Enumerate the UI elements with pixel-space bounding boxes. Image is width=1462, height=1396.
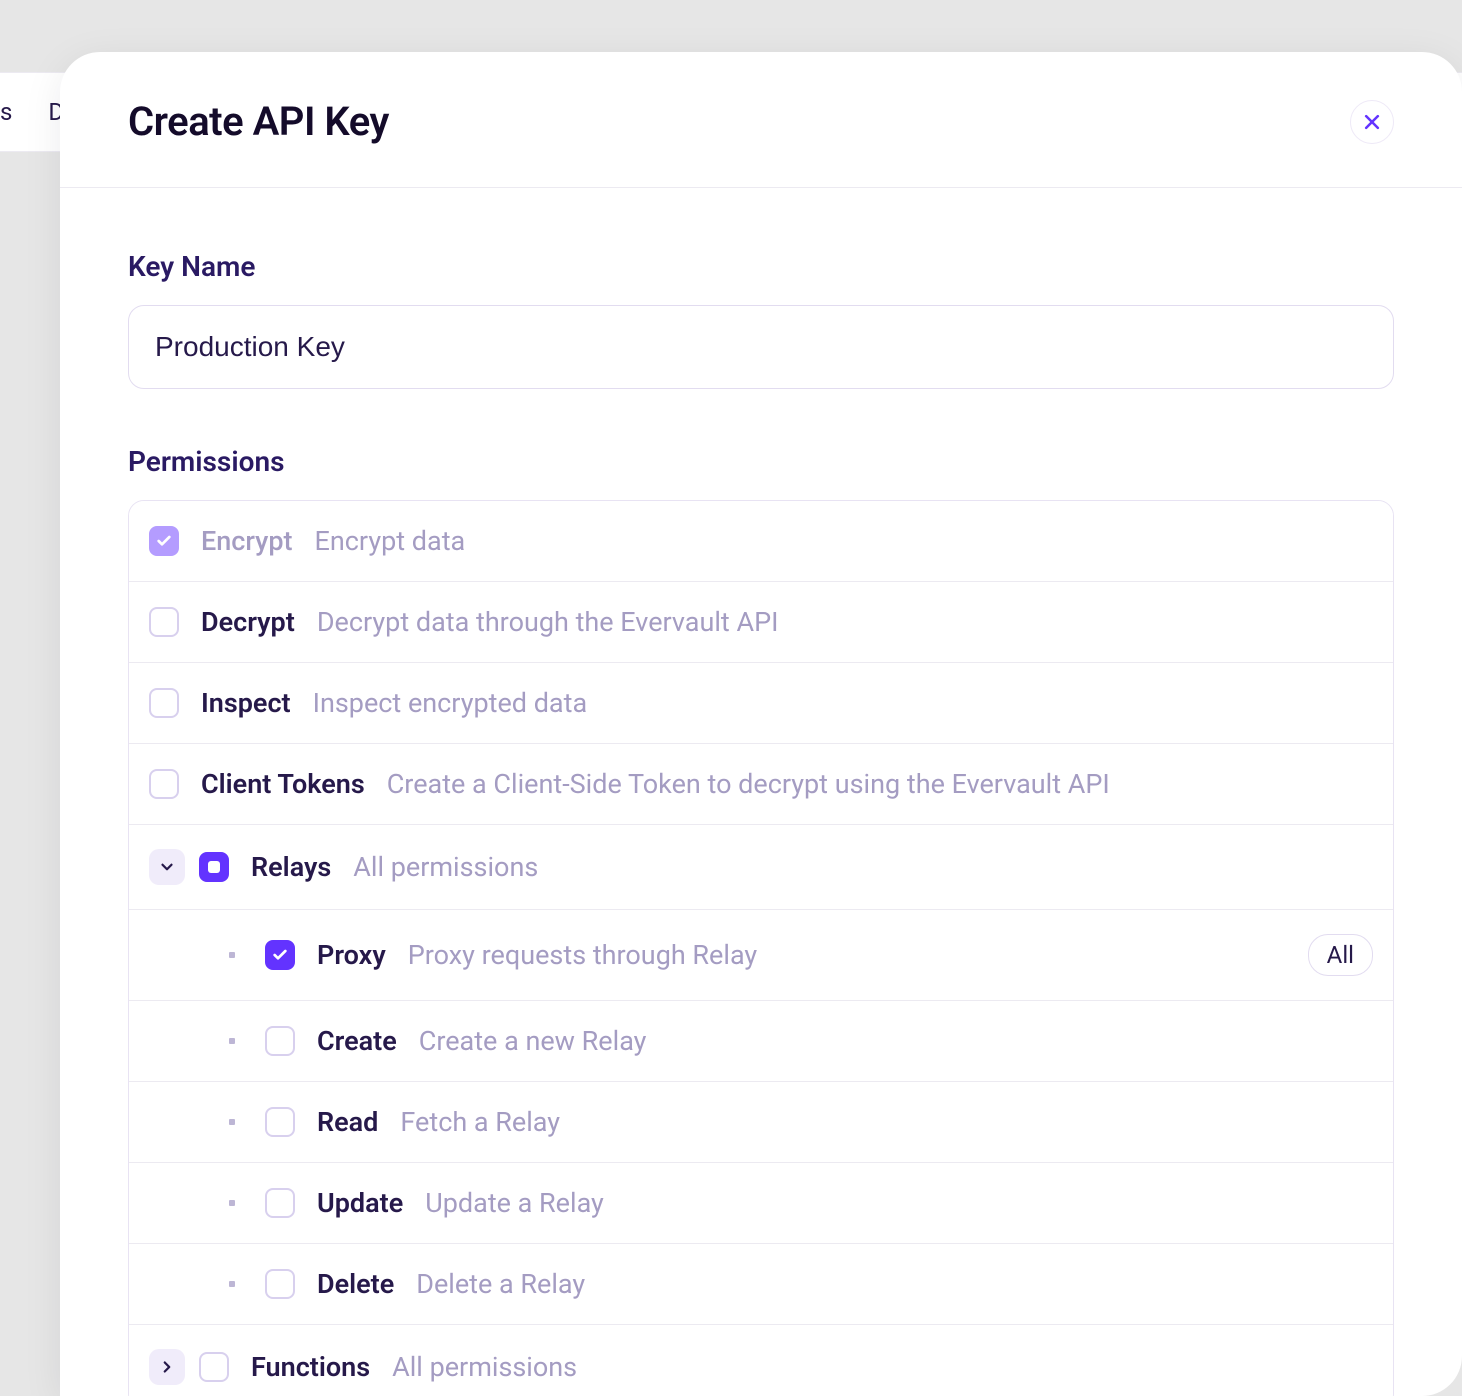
permission-row-decrypt[interactable]: Decrypt Decrypt data through the Evervau… <box>129 582 1393 663</box>
checkbox-inspect[interactable] <box>149 688 179 718</box>
permission-row-relays[interactable]: Relays All permissions <box>129 825 1393 910</box>
permission-name: Proxy <box>317 939 386 971</box>
permission-name: Inspect <box>201 687 291 719</box>
bullet-icon <box>229 1200 235 1206</box>
checkbox-encrypt[interactable] <box>149 526 179 556</box>
checkbox-relays[interactable] <box>199 852 229 882</box>
permission-name: Decrypt <box>201 606 295 638</box>
permission-desc: Decrypt data through the Evervault API <box>317 606 779 638</box>
permission-desc: Fetch a Relay <box>400 1106 560 1138</box>
permissions-label: Permissions <box>128 445 1394 478</box>
permission-row-inspect[interactable]: Inspect Inspect encrypted data <box>129 663 1393 744</box>
permission-name: Update <box>317 1187 403 1219</box>
permission-desc: Proxy requests through Relay <box>408 939 757 971</box>
permission-desc: All permissions <box>353 851 538 883</box>
permission-name: Read <box>317 1106 378 1138</box>
modal-body: Key Name Permissions Encrypt Encrypt dat… <box>60 188 1462 1396</box>
bullet-icon <box>229 952 235 958</box>
permission-row-relays-update[interactable]: Update Update a Relay <box>129 1163 1393 1244</box>
bullet-icon <box>229 1281 235 1287</box>
permission-row-relays-read[interactable]: Read Fetch a Relay <box>129 1082 1393 1163</box>
bg-tab-fragment: s <box>0 98 12 126</box>
permissions-panel: Encrypt Encrypt data Decrypt Decrypt dat… <box>128 500 1394 1396</box>
checkbox-functions[interactable] <box>199 1352 229 1382</box>
permission-desc: Delete a Relay <box>416 1268 585 1300</box>
checkbox-relays-delete[interactable] <box>265 1269 295 1299</box>
permission-row-relays-create[interactable]: Create Create a new Relay <box>129 1001 1393 1082</box>
permission-desc: Create a new Relay <box>419 1025 647 1057</box>
bullet-icon <box>229 1038 235 1044</box>
expand-toggle-functions[interactable] <box>149 1349 185 1385</box>
key-name-label: Key Name <box>128 250 1394 283</box>
checkbox-relays-create[interactable] <box>265 1026 295 1056</box>
permission-row-encrypt[interactable]: Encrypt Encrypt data <box>129 501 1393 582</box>
modal-header: Create API Key <box>60 52 1462 188</box>
key-name-input[interactable] <box>128 305 1394 389</box>
permission-desc: All permissions <box>392 1351 577 1383</box>
modal-title: Create API Key <box>128 98 389 145</box>
chevron-down-icon <box>158 858 176 876</box>
permission-desc: Update a Relay <box>425 1187 604 1219</box>
permission-name: Relays <box>251 851 331 883</box>
permission-name: Client Tokens <box>201 768 365 800</box>
close-button[interactable] <box>1350 100 1394 144</box>
permission-row-functions[interactable]: Functions All permissions <box>129 1325 1393 1396</box>
permission-name: Encrypt <box>201 525 293 557</box>
expand-toggle-relays[interactable] <box>149 849 185 885</box>
permission-desc: Encrypt data <box>315 525 466 557</box>
permission-row-relays-delete[interactable]: Delete Delete a Relay <box>129 1244 1393 1325</box>
bullet-icon <box>229 1119 235 1125</box>
permission-desc: Inspect encrypted data <box>313 687 588 719</box>
checkbox-decrypt[interactable] <box>149 607 179 637</box>
permission-desc: Create a Client-Side Token to decrypt us… <box>387 768 1110 800</box>
checkbox-relays-read[interactable] <box>265 1107 295 1137</box>
permission-row-relays-proxy[interactable]: Proxy Proxy requests through Relay All <box>129 910 1393 1001</box>
permission-row-client-tokens[interactable]: Client Tokens Create a Client-Side Token… <box>129 744 1393 825</box>
scope-pill-all[interactable]: All <box>1308 934 1373 976</box>
permission-name: Create <box>317 1025 397 1057</box>
close-icon <box>1362 112 1382 132</box>
chevron-right-icon <box>158 1358 176 1376</box>
checkbox-client-tokens[interactable] <box>149 769 179 799</box>
checkbox-relays-proxy[interactable] <box>265 940 295 970</box>
checkbox-relays-update[interactable] <box>265 1188 295 1218</box>
permission-name: Functions <box>251 1351 370 1383</box>
permission-name: Delete <box>317 1268 394 1300</box>
create-api-key-modal: Create API Key Key Name Permissions <box>60 52 1462 1396</box>
